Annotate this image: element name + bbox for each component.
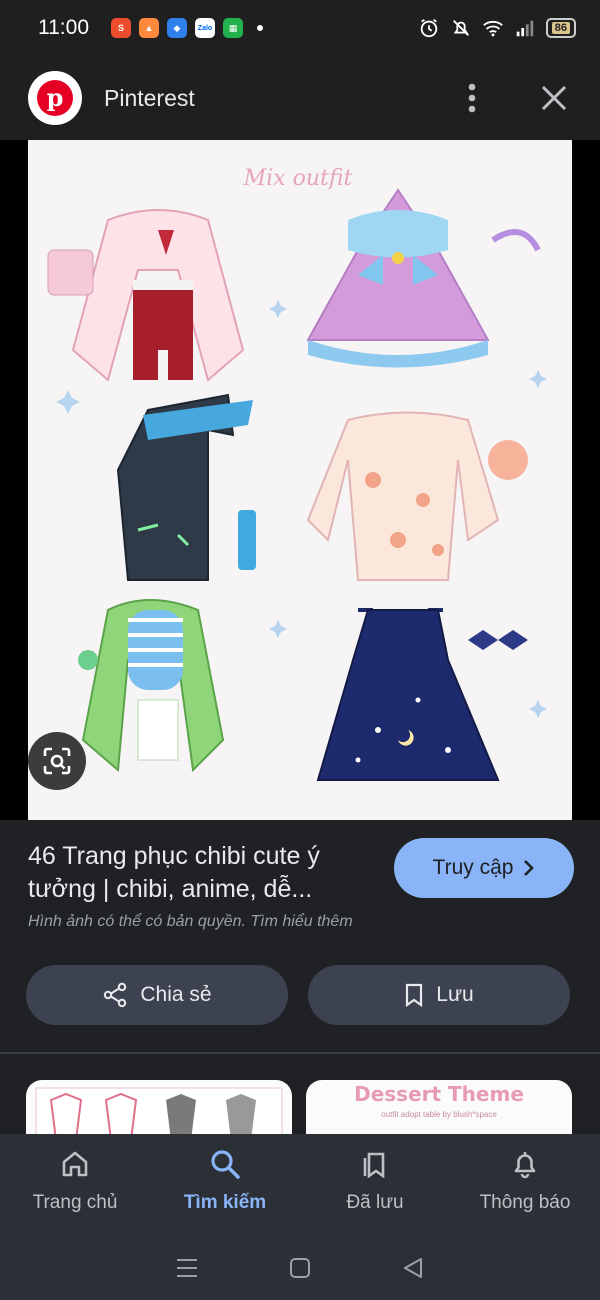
- close-icon: [541, 85, 567, 111]
- square-icon: [289, 1258, 310, 1278]
- shopee-icon: S: [111, 18, 131, 38]
- nav-home-label: Trang chủ: [32, 1192, 118, 1213]
- bookmark-icon: [406, 983, 423, 1007]
- svg-text:p: p: [47, 83, 64, 112]
- menu-icon: [176, 1259, 197, 1277]
- nav-saved-label: Đã lưu: [346, 1192, 404, 1213]
- notification-dot: [257, 25, 263, 31]
- nav-notifications-label: Thông báo: [479, 1192, 571, 1213]
- share-button[interactable]: Chia sẻ: [26, 965, 288, 1025]
- pin-image[interactable]: Mix outfit: [28, 140, 572, 820]
- related-subtitle: outfit adopt table by blush*space: [381, 1110, 497, 1119]
- app-icon: ◆: [167, 18, 187, 38]
- related-image-1[interactable]: [26, 1080, 292, 1134]
- wifi-icon: [482, 20, 503, 37]
- status-bar: 11:00 S ▲ ◆ Zalo ▦ 86: [0, 0, 600, 56]
- battery-level: 86: [551, 22, 570, 34]
- system-status: 86: [418, 17, 576, 39]
- search-icon: [211, 1150, 240, 1179]
- nav-home[interactable]: Trang chủ: [0, 1134, 150, 1236]
- app-header: p Pinterest: [0, 56, 600, 140]
- home-icon: [62, 1151, 88, 1177]
- system-navigation: [0, 1236, 600, 1300]
- related-image-2[interactable]: Dessert Theme outfit adopt table by blus…: [306, 1080, 572, 1134]
- battery-indicator: 86: [545, 18, 576, 38]
- close-button[interactable]: [536, 80, 572, 116]
- nav-saved[interactable]: Đã lưu: [300, 1134, 450, 1236]
- signal-icon: [516, 20, 533, 37]
- pin-title[interactable]: 46 Trang phục chibi cute ý tưởng | chibi…: [28, 840, 378, 906]
- share-icon: [104, 982, 127, 1008]
- back-button[interactable]: [399, 1254, 427, 1282]
- nav-search[interactable]: Tìm kiếm: [150, 1134, 300, 1236]
- home-button[interactable]: [286, 1254, 314, 1282]
- image-viewer: Mix outfit: [0, 140, 600, 820]
- pin-info: 46 Trang phục chibi cute ý tưởng | chibi…: [0, 820, 600, 1052]
- recent-apps-button[interactable]: [173, 1254, 201, 1282]
- visual-search-button[interactable]: [28, 732, 86, 790]
- more-options-button[interactable]: [454, 80, 490, 116]
- game-icon: ▲: [139, 18, 159, 38]
- save-button[interactable]: Lưu: [308, 965, 570, 1025]
- zalo-icon: Zalo: [195, 18, 215, 38]
- bell-icon: [514, 1152, 536, 1179]
- nav-search-label: Tìm kiếm: [183, 1192, 267, 1213]
- bottom-navigation: Trang chủ Tìm kiếm Đã lưu Thông báo: [0, 1134, 600, 1236]
- bookmarks-icon: [363, 1152, 385, 1179]
- sketch-outfits-illustration: [35, 1087, 283, 1134]
- app-title: Pinterest: [104, 84, 195, 111]
- status-time: 11:00: [38, 16, 89, 39]
- pinterest-logo-icon: p: [28, 71, 82, 125]
- grab-icon: ▦: [223, 18, 243, 38]
- related-images: Dessert Theme outfit adopt table by blus…: [0, 1054, 600, 1134]
- related-title: Dessert Theme: [354, 1082, 524, 1106]
- visit-label: Truy cập: [432, 856, 514, 879]
- chevron-right-icon: [524, 860, 535, 876]
- copyright-notice[interactable]: Hình ảnh có thể có bản quyền. Tìm hiểu t…: [28, 913, 353, 931]
- visit-button[interactable]: Truy cập: [394, 838, 574, 898]
- save-label: Lưu: [436, 983, 474, 1006]
- outfit-illustration: Mix outfit: [47, 166, 547, 781]
- alarm-icon: [420, 18, 437, 38]
- share-label: Chia sẻ: [140, 983, 212, 1006]
- more-vertical-icon: [468, 83, 476, 113]
- image-caption: Mix outfit: [243, 166, 353, 191]
- mute-icon: [452, 20, 469, 36]
- lens-icon: [43, 747, 71, 775]
- back-triangle-icon: [404, 1258, 423, 1278]
- status-app-icons: S ▲ ◆ Zalo ▦: [111, 18, 243, 38]
- nav-notifications[interactable]: Thông báo: [450, 1134, 600, 1236]
